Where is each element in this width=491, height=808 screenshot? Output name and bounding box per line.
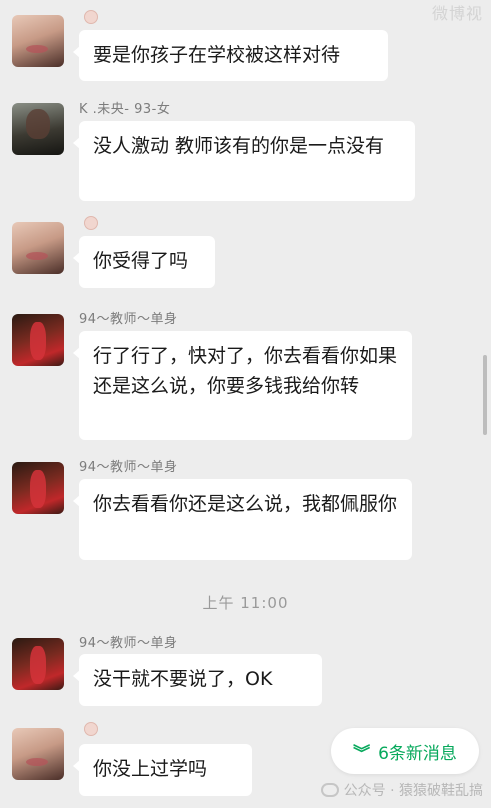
message-bubble[interactable]: 你去看看你还是这么说，我都佩服你 <box>73 479 412 560</box>
avatar[interactable] <box>12 638 64 690</box>
avatar[interactable] <box>12 314 64 366</box>
new-messages-button[interactable]: ︾ 6条新消息 <box>331 728 479 774</box>
watermark-text: 公众号 · 猿猿破鞋乱搞 <box>343 783 483 799</box>
avatar[interactable] <box>12 462 64 514</box>
sender-name: 94～教师～单身 <box>79 636 178 651</box>
message-text: 没干就不要说了，OK <box>93 668 273 690</box>
sender-name: 94～教师～单身 <box>79 312 178 327</box>
message-bubble[interactable]: 没人激动 教师该有的你是一点没有 <box>73 121 415 201</box>
avatar[interactable] <box>12 15 64 67</box>
message-text: 没人激动 教师该有的你是一点没有 <box>93 135 385 157</box>
avatar[interactable] <box>12 728 64 780</box>
new-messages-label: 6条新消息 <box>378 743 457 764</box>
message-bubble[interactable]: 行了行了，快对了，你去看看你如果还是这么说，你要多钱我给你转 <box>73 331 412 440</box>
message-bubble[interactable]: 你受得了吗 <box>73 236 215 288</box>
message-text: 你没上过学吗 <box>93 758 208 780</box>
wechat-icon <box>320 783 339 797</box>
sender-badge-icon <box>84 216 98 230</box>
message-text: 要是你孩子在学校被这样对待 <box>93 44 341 66</box>
watermark-top: 微博视 <box>431 6 483 23</box>
sender-badge-icon <box>84 722 98 736</box>
avatar[interactable] <box>12 103 64 155</box>
message-text: 你去看看你还是这么说，我都佩服你 <box>93 493 398 515</box>
double-chevron-down-icon: ︾ <box>353 743 371 764</box>
watermark-bottom: 公众号 · 猿猿破鞋乱搞 <box>320 780 483 800</box>
message-bubble[interactable]: 没干就不要说了，OK <box>73 654 322 706</box>
message-bubble[interactable]: 你没上过学吗 <box>73 744 252 796</box>
sender-name: K .未央- 93-女 <box>79 102 171 117</box>
avatar[interactable] <box>12 222 64 274</box>
timestamp: 上午 11:00 <box>202 594 289 612</box>
message-text: 行了行了，快对了，你去看看你如果还是这么说，你要多钱我给你转 <box>93 345 398 397</box>
message-text: 你受得了吗 <box>93 250 189 272</box>
sender-badge-icon <box>84 10 98 24</box>
sender-name: 94～教师～单身 <box>79 460 178 475</box>
scrollbar[interactable] <box>483 355 487 435</box>
message-bubble[interactable]: 要是你孩子在学校被这样对待 <box>73 30 388 81</box>
